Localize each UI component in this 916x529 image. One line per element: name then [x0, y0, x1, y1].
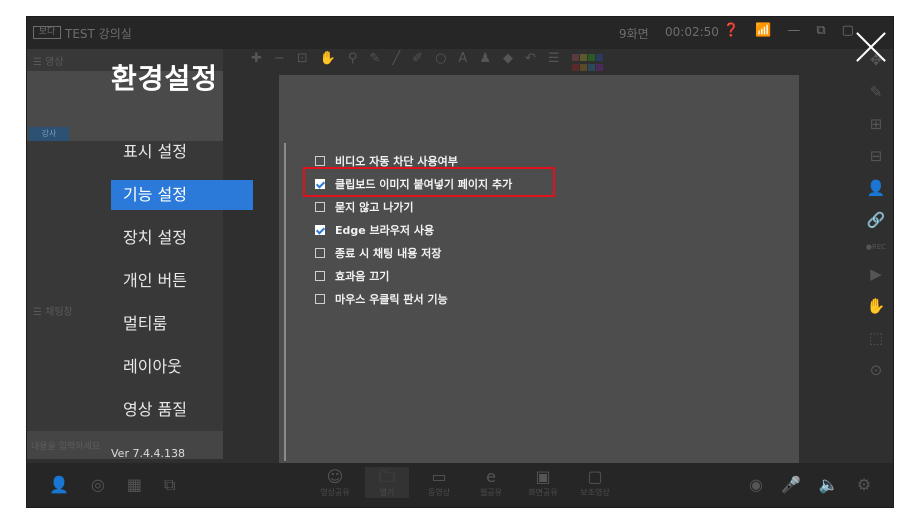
menu-device-settings[interactable]: 장치 설정: [111, 223, 253, 253]
tree-icon[interactable]: ⧉: [164, 475, 175, 495]
minus-icon[interactable]: −: [274, 51, 285, 73]
option-right-click-drawing[interactable]: 마우스 우클릭 판서 기능: [315, 287, 512, 310]
app-window: 보다 TEST 강의실 9화면 00:02:50 ❓ 📶 — ⧉ ▢ ✚ − ⊡…: [26, 16, 894, 508]
checkbox[interactable]: [315, 270, 325, 281]
hand-icon[interactable]: ✋: [320, 51, 336, 73]
app-logo: 보다: [33, 26, 61, 39]
fit-icon[interactable]: ⊡: [297, 51, 308, 73]
menu-display-settings[interactable]: 표시 설정: [111, 137, 253, 167]
option-label: 묻지 않고 나가기: [335, 200, 414, 214]
eraser-icon[interactable]: ◆: [503, 51, 513, 73]
window-controls: ❓ 📶 — ⧉ ▢: [723, 23, 854, 38]
grid-icon[interactable]: ⊞: [870, 115, 883, 133]
circle-icon[interactable]: ○: [435, 51, 446, 73]
webcam-icon[interactable]: ◉: [749, 475, 763, 494]
option-exit-without-asking[interactable]: 묻지 않고 나가기: [315, 195, 512, 218]
settings-title: 환경설정: [111, 62, 219, 95]
option-label: 종료 시 채팅 내용 저장: [335, 246, 442, 260]
restore-icon[interactable]: ⧉: [816, 23, 825, 38]
user-add-icon[interactable]: 👤: [867, 179, 886, 197]
option-save-chat-on-exit[interactable]: 종료 시 채팅 내용 저장: [315, 241, 512, 264]
line-icon[interactable]: ╱: [392, 51, 400, 73]
bottom-item-sub-video[interactable]: ▢ 보조영상: [573, 467, 617, 498]
session-timer: 00:02:50: [665, 25, 719, 39]
browser-icon: e: [486, 467, 496, 486]
camera-icon[interactable]: ⊙: [870, 361, 883, 379]
video-icon: ▭: [431, 467, 447, 486]
checkbox[interactable]: [315, 224, 325, 235]
bottom-bar: 👤 ◎ ▦ ⧉ ☺ 영상공유 🗀 열기 ▭ 동영상 e 웹공유 ▣ 화면공유 ▢…: [27, 463, 893, 507]
layout-icon[interactable]: ⊟: [870, 147, 883, 165]
checkbox[interactable]: [315, 155, 325, 166]
highlight-box: [303, 167, 555, 197]
bottom-left-icons: 👤 ◎ ▦ ⧉: [49, 475, 175, 495]
option-label: 마우스 우클릭 판서 기능: [335, 292, 448, 306]
drawing-toolbar: ✚ − ⊡ ✋ ⚲ ✎ ╱ ✐ ○ A ♟ ◆ ↶ ☰: [245, 51, 805, 73]
video-section-label: ☰ 영상: [33, 57, 64, 68]
text-icon[interactable]: A: [458, 51, 467, 73]
settings-gear-icon[interactable]: ⚙: [857, 475, 871, 494]
version-label: Ver 7.4.4.138: [111, 447, 185, 460]
right-tool-bar: ✥ ✎ ⊞ ⊟ 👤 🔗 ●REC ▶ ✋ ⬚ ⊙: [861, 51, 891, 379]
bottom-item-open[interactable]: 🗀 열기: [365, 467, 409, 498]
option-mute-sound-effects[interactable]: 효과음 끄기: [315, 264, 512, 287]
chat-section-label: ☰ 채팅창: [33, 307, 73, 318]
pen-icon[interactable]: ✎: [369, 51, 380, 73]
grid-view-icon[interactable]: ▦: [127, 475, 142, 495]
speaker-icon[interactable]: 🔈: [819, 475, 839, 494]
undo-icon[interactable]: ↶: [525, 51, 536, 73]
bottom-item-video-share[interactable]: ☺ 영상공유: [313, 467, 357, 498]
record-icon[interactable]: ●REC: [866, 243, 886, 251]
folder-icon: 🗀: [378, 467, 395, 486]
checkbox[interactable]: [315, 201, 325, 212]
bottom-item-movie[interactable]: ▭ 동영상: [417, 467, 461, 498]
board-icon: ▢: [587, 467, 603, 486]
highlighter-icon[interactable]: ✐: [412, 51, 423, 73]
screen-count: 9화면: [619, 27, 649, 41]
smile-icon: ☺: [326, 467, 344, 486]
menu-icon[interactable]: ☰: [548, 51, 560, 73]
mic-icon[interactable]: 🎤: [781, 475, 801, 494]
settings-menu: 표시 설정 기능 설정 장치 설정 개인 버튼 멀티룸 레이아웃 영상 품질: [111, 137, 253, 438]
stamp-icon[interactable]: ♟: [479, 51, 491, 73]
plus-icon[interactable]: ✚: [251, 51, 262, 73]
attendance-icon[interactable]: ◎: [91, 475, 105, 495]
bottom-item-web-share[interactable]: e 웹공유: [469, 467, 513, 498]
bottom-right-icons: ◉ 🎤 🔈 ⚙: [749, 475, 871, 494]
menu-layout[interactable]: 레이아웃: [111, 352, 253, 382]
screen-share-icon: ▣: [535, 467, 551, 486]
menu-personal-buttons[interactable]: 개인 버튼: [111, 266, 253, 296]
minimize-icon[interactable]: —: [787, 23, 800, 38]
zoom-icon[interactable]: ⚲: [348, 51, 358, 73]
menu-video-quality[interactable]: 영상 품질: [111, 395, 253, 425]
bottom-item-screen-share[interactable]: ▣ 화면공유: [521, 467, 565, 498]
wifi-icon: 📶: [755, 23, 772, 38]
menu-multiroom[interactable]: 멀티룸: [111, 309, 253, 339]
checkbox[interactable]: [315, 247, 325, 258]
gift-icon[interactable]: ⬚: [869, 329, 883, 347]
option-label: 효과음 끄기: [335, 269, 390, 283]
room-name: TEST 강의실: [65, 27, 132, 41]
checkbox[interactable]: [315, 293, 325, 304]
play-icon[interactable]: ▶: [870, 265, 882, 283]
content-divider: [284, 143, 286, 461]
title-bar: 보다 TEST 강의실 9화면 00:02:50 ❓ 📶 — ⧉ ▢: [27, 17, 893, 49]
bottom-share-tools: ☺ 영상공유 🗀 열기 ▭ 동영상 e 웹공유 ▣ 화면공유 ▢ 보조영상: [313, 467, 617, 498]
user-icon[interactable]: 👤: [49, 475, 69, 495]
option-label: Edge 브라우저 사용: [335, 223, 435, 237]
help-icon[interactable]: ❓: [723, 23, 739, 38]
close-settings-button[interactable]: [851, 27, 891, 67]
color-palette[interactable]: [571, 54, 603, 73]
raise-hand-icon[interactable]: ✋: [867, 297, 886, 315]
option-use-edge-browser[interactable]: Edge 브라우저 사용: [315, 218, 512, 241]
video-tag: 강사: [29, 127, 69, 141]
brush-icon[interactable]: ✎: [870, 83, 883, 101]
link-icon[interactable]: 🔗: [867, 211, 886, 229]
menu-function-settings[interactable]: 기능 설정: [111, 180, 253, 210]
